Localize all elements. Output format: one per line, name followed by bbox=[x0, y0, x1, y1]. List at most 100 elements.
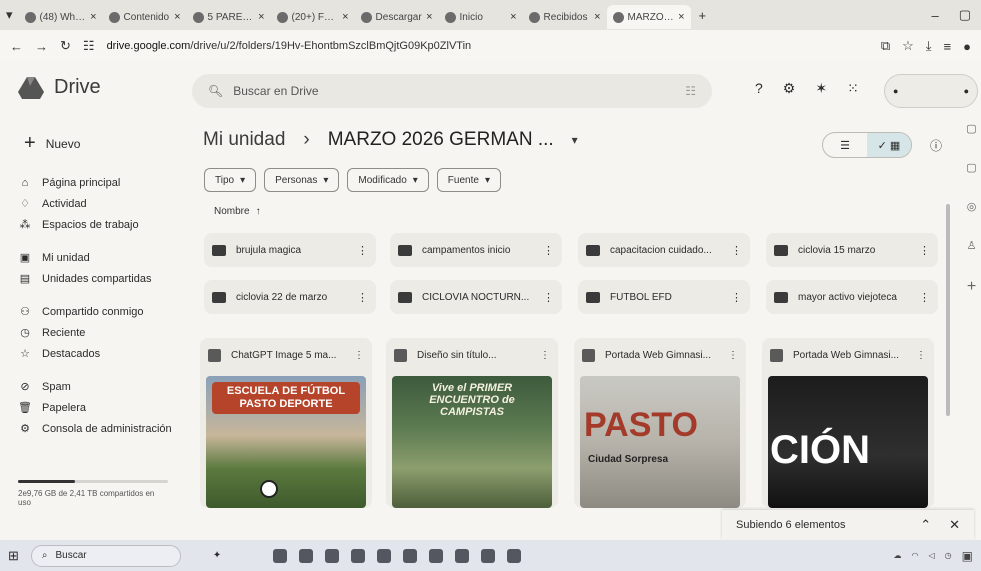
calendar-icon[interactable]: ▢ bbox=[966, 122, 976, 135]
account-switcher[interactable]: ● ● bbox=[884, 74, 978, 108]
sidebar-item-starred[interactable]: ☆ Destacados bbox=[18, 343, 178, 364]
close-tab-icon[interactable]: × bbox=[594, 11, 600, 23]
taskbar-app-icon[interactable] bbox=[351, 548, 366, 563]
folder-item[interactable]: CICLOVIA NOCTURN... ⋮ bbox=[390, 280, 562, 314]
search-options-icon[interactable]: ☷ bbox=[685, 84, 696, 98]
sidebar-item-admin-console[interactable]: ⚙ Consola de administración bbox=[18, 418, 178, 439]
filter-people[interactable]: Personas ▾ bbox=[264, 168, 340, 192]
breadcrumb-current-folder[interactable]: MARZO 2026 GERMAN ... bbox=[328, 129, 554, 151]
folder-item[interactable]: mayor activo viejoteca ⋮ bbox=[766, 280, 938, 314]
sidebar-item-shared-with-me[interactable]: ⚇ Compartido conmigo bbox=[18, 301, 178, 322]
more-options-icon[interactable]: ⋮ bbox=[919, 244, 930, 257]
browser-tab[interactable]: Contenido × bbox=[103, 5, 187, 29]
folder-item[interactable]: FUTBOL EFD ⋮ bbox=[578, 280, 750, 314]
more-options-icon[interactable]: ⋮ bbox=[728, 350, 738, 361]
taskbar-app-icon[interactable] bbox=[325, 548, 340, 563]
minimize-icon[interactable]: – bbox=[921, 8, 948, 23]
browser-tab[interactable]: (48) Whats × bbox=[19, 5, 103, 29]
chevron-down-icon[interactable]: ▾ bbox=[572, 133, 578, 147]
more-options-icon[interactable]: ⋮ bbox=[731, 244, 742, 257]
keep-icon[interactable]: ▢ bbox=[966, 161, 976, 174]
more-options-icon[interactable]: ⋮ bbox=[731, 291, 742, 304]
sidebar-item-shared-drives[interactable]: ▤ Unidades compartidas bbox=[18, 268, 178, 289]
close-tab-icon[interactable]: × bbox=[90, 11, 96, 23]
profile-avatar-icon[interactable]: ● bbox=[963, 39, 971, 54]
list-view-button[interactable]: ☰ bbox=[823, 133, 867, 157]
close-tab-icon[interactable]: × bbox=[426, 11, 432, 23]
close-tab-icon[interactable]: × bbox=[510, 11, 516, 23]
close-tab-icon[interactable]: × bbox=[678, 11, 684, 23]
contacts-icon[interactable]: ♙ bbox=[967, 239, 977, 252]
taskbar-app-icon[interactable] bbox=[299, 548, 314, 563]
sidebar-item-trash[interactable]: 🗑︎ Papelera bbox=[18, 397, 178, 418]
back-icon[interactable]: ← bbox=[10, 39, 23, 54]
sidebar-item-my-drive[interactable]: ▣ Mi unidad bbox=[18, 247, 178, 268]
more-options-icon[interactable]: ⋮ bbox=[543, 291, 554, 304]
bookmark-star-icon[interactable]: ☆ bbox=[902, 38, 914, 54]
weather-icon[interactable]: ☁ bbox=[894, 551, 902, 560]
reading-list-icon[interactable]: ≡ bbox=[944, 39, 952, 54]
browser-tab[interactable]: Inicio × bbox=[439, 5, 523, 29]
file-card[interactable]: ChatGPT Image 5 ma... ⋮ ESCUELA DE FÚTBOL… bbox=[200, 338, 372, 508]
sidebar-item-workspaces[interactable]: ⁂ Espacios de trabajo bbox=[18, 214, 178, 235]
taskbar-app-icon[interactable] bbox=[429, 548, 444, 563]
filter-source[interactable]: Fuente ▾ bbox=[436, 168, 501, 192]
folder-item[interactable]: capacitacion cuidado... ⋮ bbox=[578, 233, 750, 267]
sidebar-item-activity[interactable]: ♢ Actividad bbox=[18, 193, 178, 214]
more-options-icon[interactable]: ⋮ bbox=[916, 350, 926, 361]
taskbar-app-icon[interactable] bbox=[481, 548, 496, 563]
tab-list-icon[interactable]: ▾ bbox=[0, 7, 19, 23]
folder-item[interactable]: ciclovia 15 marzo ⋮ bbox=[766, 233, 938, 267]
help-icon[interactable]: ? bbox=[755, 80, 763, 97]
browser-tab[interactable]: Descargar × bbox=[355, 5, 439, 29]
file-card[interactable]: Portada Web Gimnasi... ⋮ CIÓN bbox=[762, 338, 934, 508]
more-options-icon[interactable]: ⋮ bbox=[540, 350, 550, 361]
site-settings-icon[interactable]: ☷ bbox=[83, 38, 95, 54]
file-card[interactable]: Portada Web Gimnasi... ⋮ PASTO Ciudad Sor… bbox=[574, 338, 746, 508]
volume-icon[interactable]: ◁ bbox=[929, 551, 935, 560]
grid-view-button[interactable]: ✓ ▦ bbox=[867, 133, 911, 157]
sidebar-item-recent[interactable]: ◷ Reciente bbox=[18, 322, 178, 343]
taskbar-app-icon[interactable] bbox=[403, 548, 418, 563]
taskbar-app-icon[interactable] bbox=[507, 548, 522, 563]
taskbar-search[interactable]: ⌕ Buscar bbox=[30, 544, 181, 567]
more-options-icon[interactable]: ⋮ bbox=[919, 291, 930, 304]
apps-grid-icon[interactable]: ⁙ bbox=[847, 80, 859, 97]
wifi-icon[interactable]: ◠ bbox=[912, 551, 919, 560]
new-tab-icon[interactable]: + bbox=[691, 8, 715, 23]
folder-item[interactable]: campamentos inicio ⋮ bbox=[390, 233, 562, 267]
clock-icon[interactable]: ◷ bbox=[945, 551, 952, 560]
windows-start-icon[interactable]: ⊞ bbox=[8, 548, 19, 564]
collapse-icon[interactable]: ⌃ bbox=[920, 517, 931, 533]
close-tab-icon[interactable]: × bbox=[258, 11, 264, 23]
breadcrumb-root[interactable]: Mi unidad bbox=[203, 129, 285, 151]
gemini-icon[interactable]: ✶ bbox=[815, 80, 827, 97]
browser-tab[interactable]: (20+) Faceb× bbox=[271, 5, 355, 29]
info-icon[interactable]: ⓘ bbox=[930, 137, 942, 154]
close-icon[interactable]: ✕ bbox=[949, 517, 960, 533]
more-options-icon[interactable]: ⋮ bbox=[543, 244, 554, 257]
search-input[interactable]: 🔍︎ Buscar en Drive ☷ bbox=[192, 74, 712, 108]
maximize-icon[interactable]: ▢ bbox=[949, 7, 981, 23]
close-tab-icon[interactable]: × bbox=[342, 11, 348, 23]
new-button[interactable]: + Nuevo bbox=[12, 126, 92, 161]
download-icon[interactable]: ⤓ bbox=[926, 38, 932, 54]
tasks-icon[interactable]: ◎ bbox=[967, 200, 977, 213]
more-options-icon[interactable]: ⋮ bbox=[354, 350, 364, 361]
sidebar-item-home[interactable]: ⌂ Página principal bbox=[18, 172, 178, 193]
add-addon-icon[interactable]: + bbox=[967, 278, 976, 296]
sort-control[interactable]: Nombre ↑ bbox=[214, 206, 261, 217]
scrollbar[interactable] bbox=[946, 204, 950, 416]
filter-modified[interactable]: Modificado ▾ bbox=[347, 168, 429, 192]
taskbar-app-icon[interactable] bbox=[455, 548, 470, 563]
reload-icon[interactable]: ↻ bbox=[60, 38, 71, 54]
browser-tab-active[interactable]: MARZO 20 × bbox=[606, 5, 691, 29]
more-options-icon[interactable]: ⋮ bbox=[357, 244, 368, 257]
storage-meter[interactable]: 2e9,76 GB de 2,41 TB compartidos en uso bbox=[18, 480, 168, 507]
browser-tab[interactable]: 5 PARE 48 × bbox=[187, 5, 271, 29]
forward-icon[interactable]: → bbox=[35, 39, 48, 54]
filter-type[interactable]: Tipo ▾ bbox=[204, 168, 257, 192]
taskbar-app-icon[interactable] bbox=[377, 548, 392, 563]
url-field[interactable]: drive.google.com/drive/u/2/folders/19Hv-… bbox=[107, 40, 869, 52]
folder-item[interactable]: ciclovia 22 de marzo ⋮ bbox=[204, 280, 376, 314]
